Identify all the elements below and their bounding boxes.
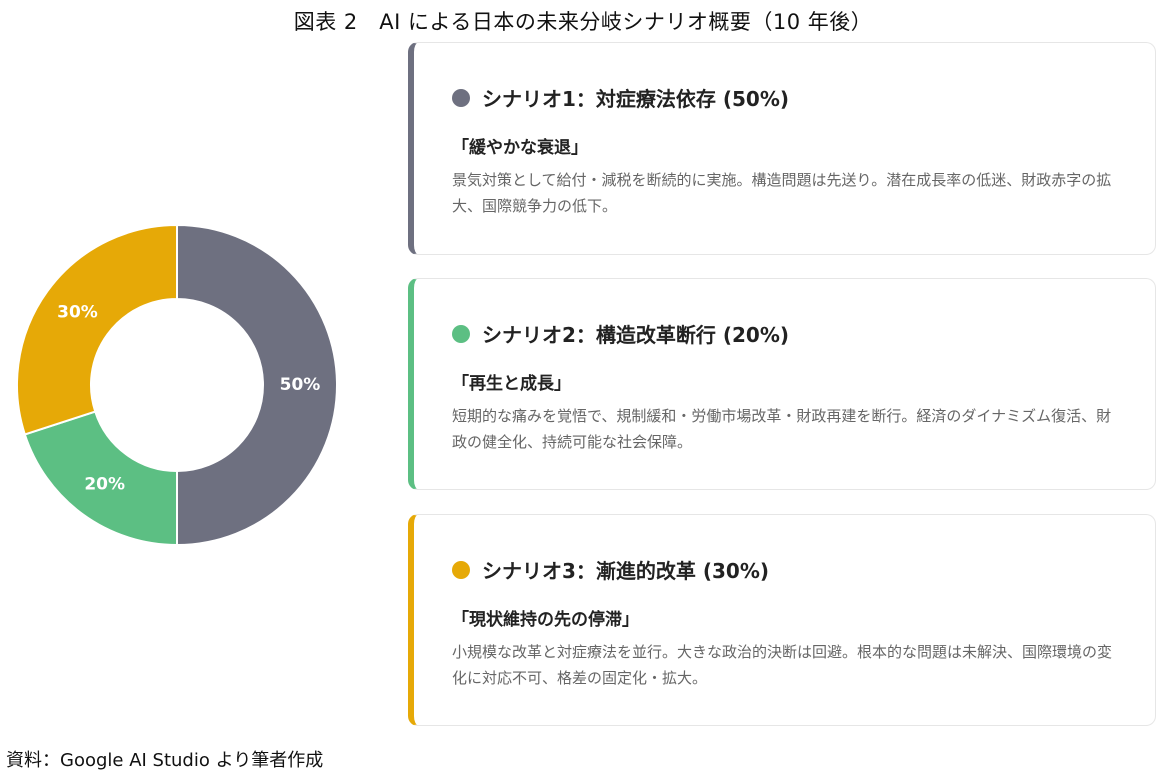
scenario-1-body: 景気対策として給付・減税を断続的に実施。構造問題は先送り。潜在成長率の低迷、財政… <box>452 171 1112 215</box>
scenario-1-heading-row: シナリオ1：対症療法依存 (50%) <box>452 83 789 112</box>
donut-label-3: 30% <box>57 303 98 323</box>
scenario-3-heading-row: シナリオ3：漸進的改革 (30%) <box>452 555 769 584</box>
scenario-3-heading: シナリオ3：漸進的改革 (30%) <box>482 559 770 583</box>
scenario-card-2: シナリオ2：構造改革断行 (20%) 「再生と成長」 短期的な痛みを覚悟で、規制… <box>408 278 1156 490</box>
scenario-1-heading: シナリオ1：対症療法依存 (50%) <box>482 87 790 111</box>
scenario-1-subtitle: 「緩やかな衰退」 <box>452 138 588 158</box>
donut-chart: 50% 20% 30% <box>14 222 340 548</box>
scenario-card-3: シナリオ3：漸進的改革 (30%) 「現状維持の先の停滞」 小規模な改革と対症療… <box>408 514 1156 726</box>
figure: 図表 2 AI による日本の未来分岐シナリオ概要（10 年後） 50% 20% 30… <box>0 0 1166 778</box>
scenario-1-dot-icon <box>452 88 470 107</box>
scenario-3-dot-icon <box>452 560 470 579</box>
scenario-2-subtitle: 「再生と成長」 <box>452 374 571 394</box>
scenario-2-heading: シナリオ2：構造改革断行 (20%) <box>482 323 790 347</box>
figure-title: 図表 2 AI による日本の未来分岐シナリオ概要（10 年後） <box>293 10 873 34</box>
source-note: 資料：Google AI Studio より筆者作成 <box>6 750 324 771</box>
donut-label-1: 50% <box>280 375 321 395</box>
scenario-2-dot-icon <box>452 324 470 343</box>
donut-label-2: 20% <box>84 475 125 495</box>
donut-slice-3 <box>16 223 178 436</box>
scenario-2-body: 短期的な痛みを覚悟で、規制緩和・労働市場改革・財政再建を断行。経済のダイナミズム… <box>452 407 1112 451</box>
scenario-card-1: シナリオ1：対症療法依存 (50%) 「緩やかな衰退」 景気対策として給付・減税… <box>408 42 1156 255</box>
scenario-2-heading-row: シナリオ2：構造改革断行 (20%) <box>452 319 789 348</box>
scenario-3-body: 小規模な改革と対症療法を並行。大きな政治的決断は回避。根本的な問題は未解決、国際… <box>452 643 1113 687</box>
donut-svg: 50% 20% 30% <box>16 223 338 547</box>
scenario-3-subtitle: 「現状維持の先の停滞」 <box>452 610 639 630</box>
